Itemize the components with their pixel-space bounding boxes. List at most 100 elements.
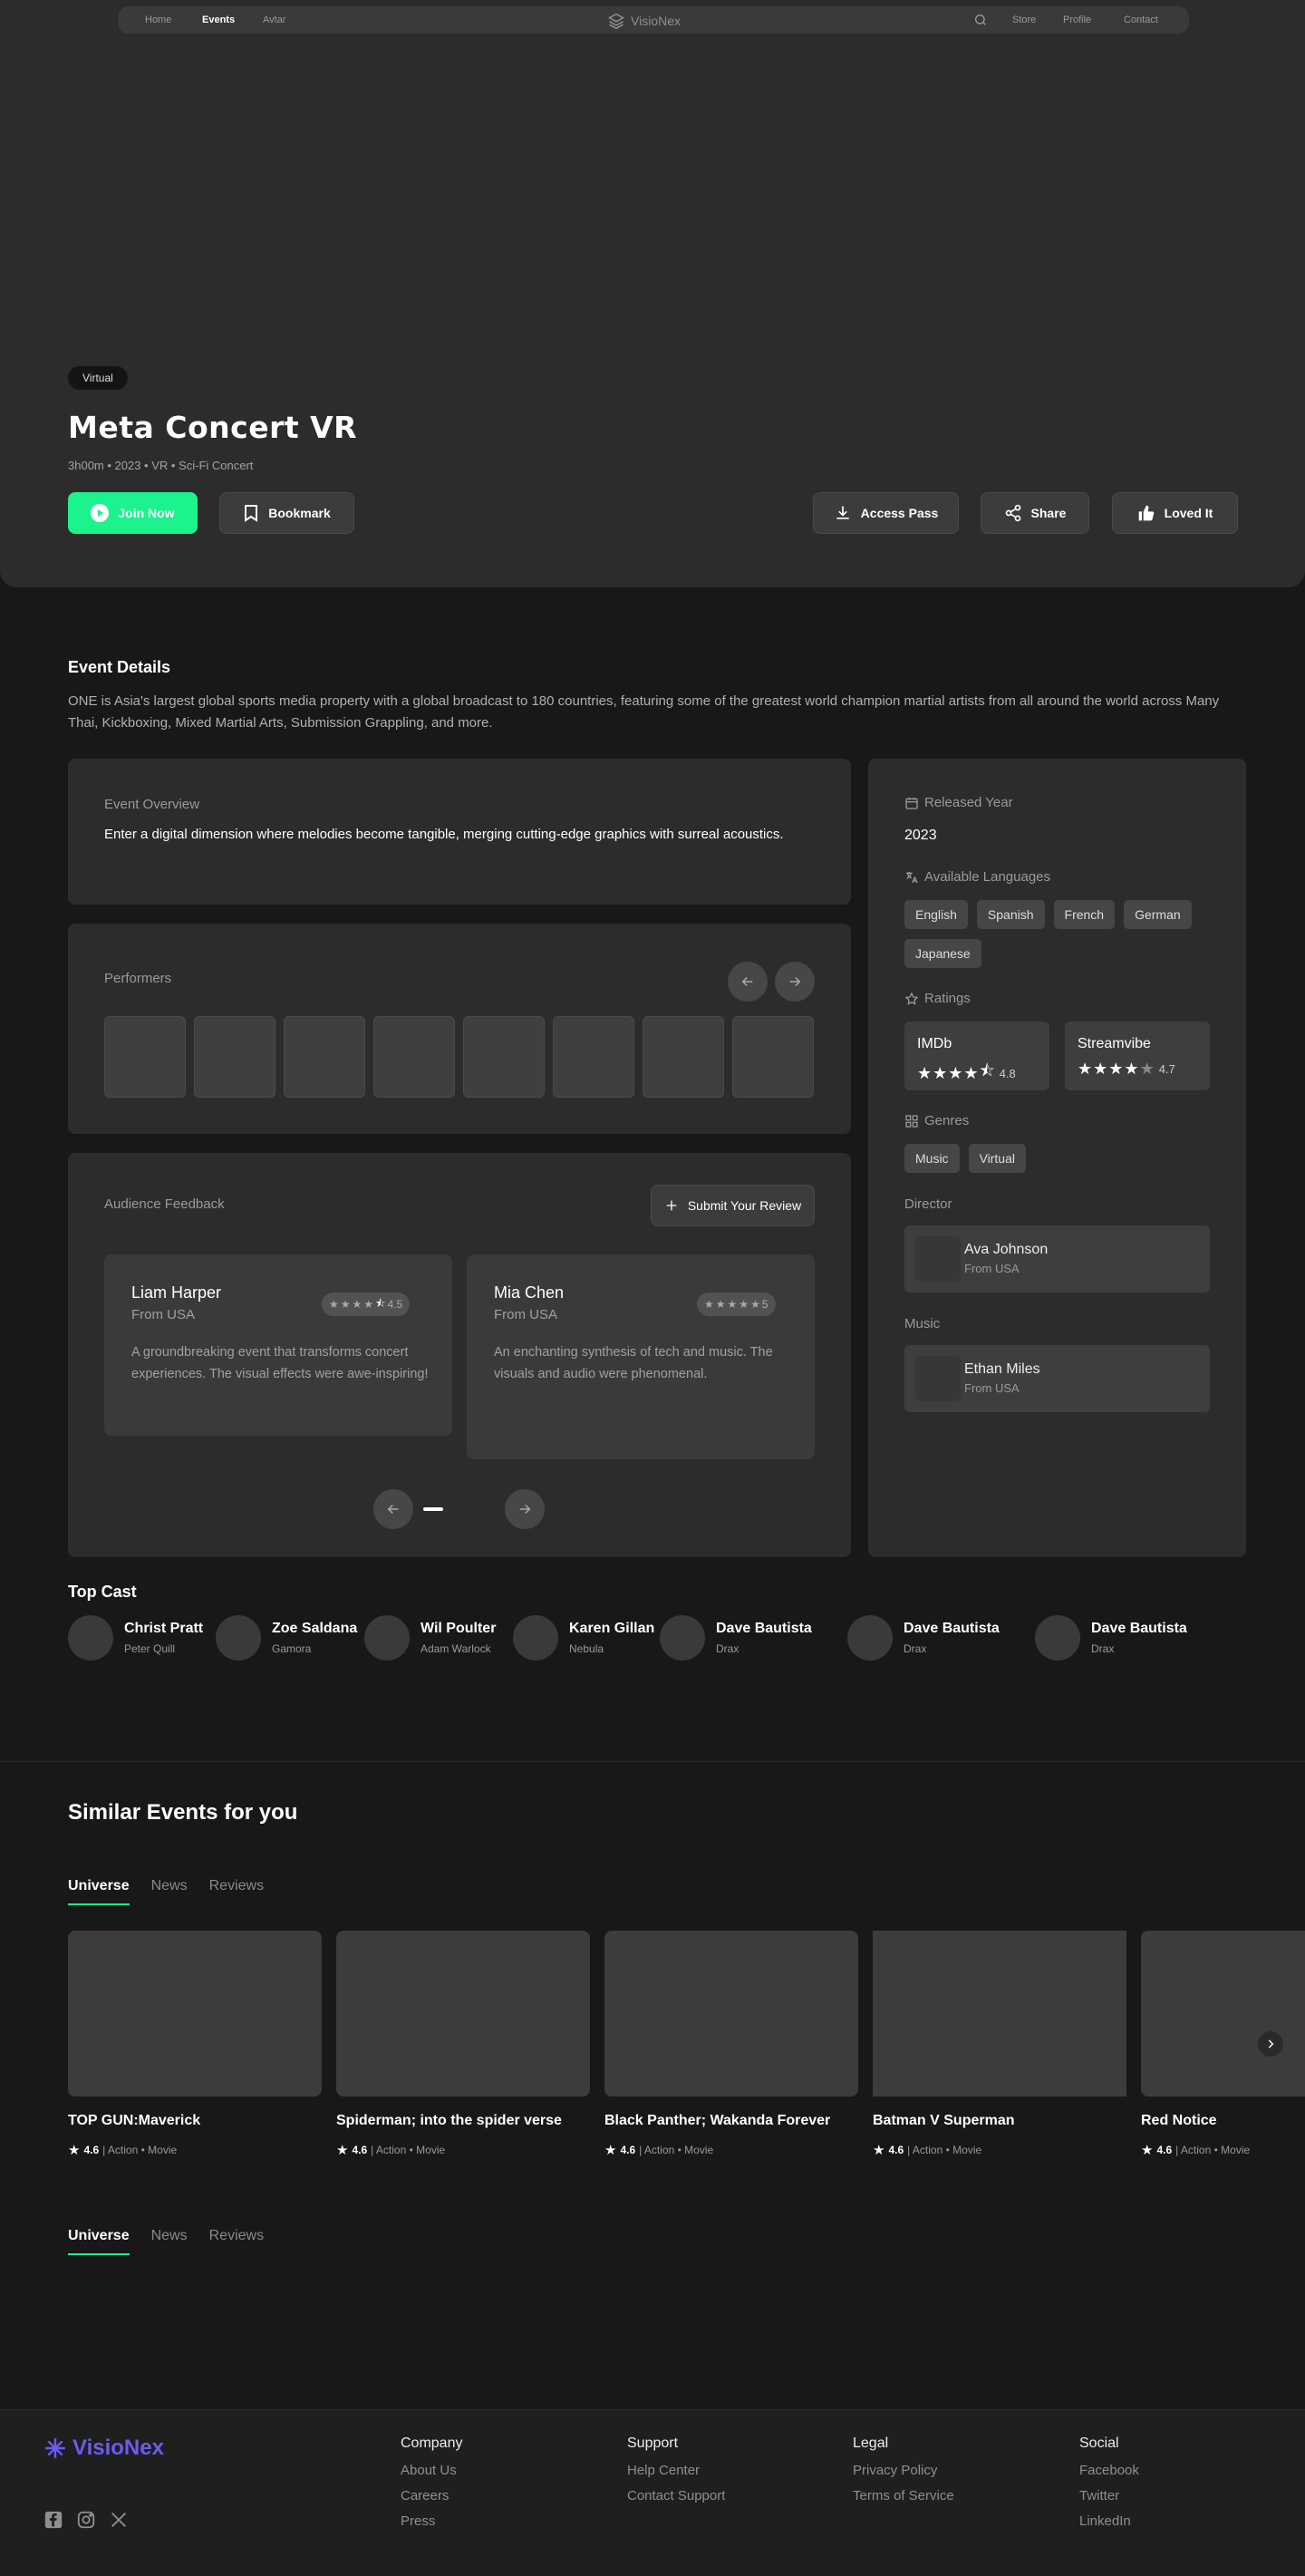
rating-box-streamvibe: Streamvibe ★ ★ ★ ★ ★ 4.7 — [1065, 1022, 1210, 1090]
nav-profile[interactable]: Profile — [1063, 15, 1091, 25]
cast-role: Drax — [716, 1642, 740, 1655]
movie-meta: ★ 4.6 | Action • Movie — [336, 2142, 590, 2158]
access-pass-button[interactable]: Access Pass — [813, 492, 959, 534]
language-chip: French — [1053, 900, 1116, 929]
movie-card[interactable]: Batman V Superman ★ 4.6 | Action • Movie — [873, 1931, 1126, 2158]
cast-member[interactable]: Dave Bautista Drax — [1035, 1615, 1187, 1661]
tab-reviews[interactable]: Reviews — [209, 2228, 264, 2255]
nav-brand[interactable]: VisioNex — [607, 12, 681, 30]
movie-card[interactable]: Black Panther; Wakanda Forever ★ 4.6 | Act… — [604, 1931, 858, 2158]
x-icon[interactable] — [109, 2510, 129, 2530]
performer-thumb[interactable] — [553, 1016, 634, 1098]
rating-source: IMDb — [917, 1036, 952, 1051]
share-icon — [1005, 504, 1020, 522]
reviews-next-button[interactable] — [505, 1489, 545, 1529]
music-card[interactable]: Ethan Miles From USA — [904, 1345, 1210, 1412]
tab-reviews[interactable]: Reviews — [209, 1878, 264, 1905]
nav-contact[interactable]: Contact — [1124, 15, 1158, 25]
review-text: A groundbreaking event that transforms c… — [131, 1345, 429, 1381]
footer-link[interactable]: Facebook — [1079, 2463, 1139, 2478]
performers-prev-button[interactable] — [728, 962, 768, 1002]
loved-it-button[interactable]: Loved It — [1112, 492, 1238, 534]
hero-badge: Virtual — [68, 366, 128, 390]
loved-it-label: Loved It — [1164, 506, 1213, 520]
similar-events-heading: Similar Events for you — [68, 1800, 298, 1825]
tab-news[interactable]: News — [151, 1878, 188, 1905]
movie-meta: ★ 4.6 | Action • Movie — [873, 2142, 1126, 2158]
director-card[interactable]: Ava Johnson From USA — [904, 1225, 1210, 1293]
movie-poster — [604, 1931, 858, 2097]
grid-icon — [905, 1114, 918, 1128]
share-button[interactable]: Share — [981, 492, 1089, 534]
cast-member[interactable]: Dave Bautista Drax — [847, 1615, 1000, 1661]
search-icon[interactable] — [973, 13, 988, 32]
bookmark-button[interactable]: Bookmark — [219, 492, 354, 534]
performers-next-button[interactable] — [775, 962, 815, 1002]
rating-stars: ★ ★ ★ ★ ★ 4.7 — [1078, 1060, 1175, 1079]
access-pass-label: Access Pass — [860, 506, 939, 520]
submit-review-button[interactable]: Submit Your Review — [651, 1185, 815, 1226]
movies-next-button[interactable] — [1258, 2031, 1283, 2057]
avatar — [364, 1615, 410, 1661]
reviewer-from: From USA — [131, 1307, 196, 1322]
nav-events[interactable]: Events — [202, 15, 235, 25]
performer-thumb[interactable] — [732, 1016, 814, 1098]
movie-card[interactable]: TOP GUN:Maverick ★ 4.6 | Action • Movie — [68, 1931, 322, 2158]
music-label: Music — [904, 1316, 941, 1332]
cast-member[interactable]: Dave Bautista Drax — [660, 1615, 812, 1661]
share-label: Share — [1030, 506, 1067, 520]
footer-brand[interactable]: VisioNex — [44, 2436, 164, 2461]
footer-link[interactable]: Careers — [401, 2488, 462, 2503]
carousel-indicator — [423, 1507, 443, 1511]
reviewer-name: Mia Chen — [494, 1283, 565, 1302]
tab-news[interactable]: News — [151, 2228, 188, 2255]
nav-home[interactable]: Home — [145, 15, 171, 25]
footer-link[interactable]: Terms of Service — [853, 2488, 954, 2503]
cast-member[interactable]: Zoe Saldana Gamora — [216, 1615, 357, 1661]
footer-heading: Social — [1079, 2436, 1119, 2451]
cast-name: Karen Gillan — [569, 1621, 655, 1636]
footer-heading: Legal — [853, 2436, 889, 2451]
avatar — [915, 1356, 961, 1401]
footer-link[interactable]: Contact Support — [627, 2488, 725, 2503]
performer-thumb[interactable] — [463, 1016, 545, 1098]
performer-thumb[interactable] — [104, 1016, 186, 1098]
join-now-button[interactable]: Join Now — [68, 492, 198, 534]
footer-link[interactable]: About Us — [401, 2463, 462, 2478]
tab-universe[interactable]: Universe — [68, 1878, 130, 1905]
footer-column-legal: Legal Privacy Policy Terms of Service — [853, 2436, 954, 2513]
rating-value: 4.7 — [1158, 1062, 1175, 1076]
facebook-icon[interactable] — [44, 2510, 63, 2530]
footer-link[interactable]: Twitter — [1079, 2488, 1139, 2503]
footer-link[interactable]: Help Center — [627, 2463, 725, 2478]
movie-card[interactable]: Spiderman; into the spider verse ★ 4.6 | A… — [336, 1931, 590, 2158]
nav-avtar[interactable]: Avtar — [263, 15, 285, 25]
star-icon: ★ — [68, 2143, 81, 2158]
star-half-icon: ⯪ — [979, 1061, 995, 1080]
star-empty-icon: ★ — [1139, 1060, 1155, 1078]
star-icon: ★ — [1093, 1060, 1108, 1078]
music-from: From USA — [964, 1381, 1020, 1395]
language-chip: Japanese — [904, 939, 981, 968]
cast-member[interactable]: Christ Pratt Peter Quill — [68, 1615, 203, 1661]
reviews-prev-button[interactable] — [373, 1489, 413, 1529]
nav-brand-label: VisioNex — [631, 14, 681, 28]
movie-tags: | Action • Movie — [371, 2144, 446, 2156]
cast-role: Peter Quill — [124, 1642, 176, 1655]
star-icon: ★ — [715, 1298, 726, 1311]
cast-role: Drax — [904, 1642, 927, 1655]
performer-thumb[interactable] — [643, 1016, 724, 1098]
cast-member[interactable]: Karen Gillan Nebula — [513, 1615, 654, 1661]
star-icon: ★ — [963, 1063, 979, 1082]
nav-store[interactable]: Store — [1012, 15, 1036, 25]
performer-thumb[interactable] — [194, 1016, 276, 1098]
cast-member[interactable]: Wil Poulter Adam Warlock — [364, 1615, 496, 1661]
footer-link[interactable]: LinkedIn — [1079, 2513, 1139, 2529]
tab-universe[interactable]: Universe — [68, 2228, 130, 2255]
footer-link[interactable]: Privacy Policy — [853, 2463, 954, 2478]
footer-link[interactable]: Press — [401, 2513, 462, 2529]
footer-column-company: Company About Us Careers Press — [401, 2436, 462, 2539]
performer-thumb[interactable] — [284, 1016, 365, 1098]
instagram-icon[interactable] — [76, 2510, 96, 2530]
performer-thumb[interactable] — [373, 1016, 455, 1098]
